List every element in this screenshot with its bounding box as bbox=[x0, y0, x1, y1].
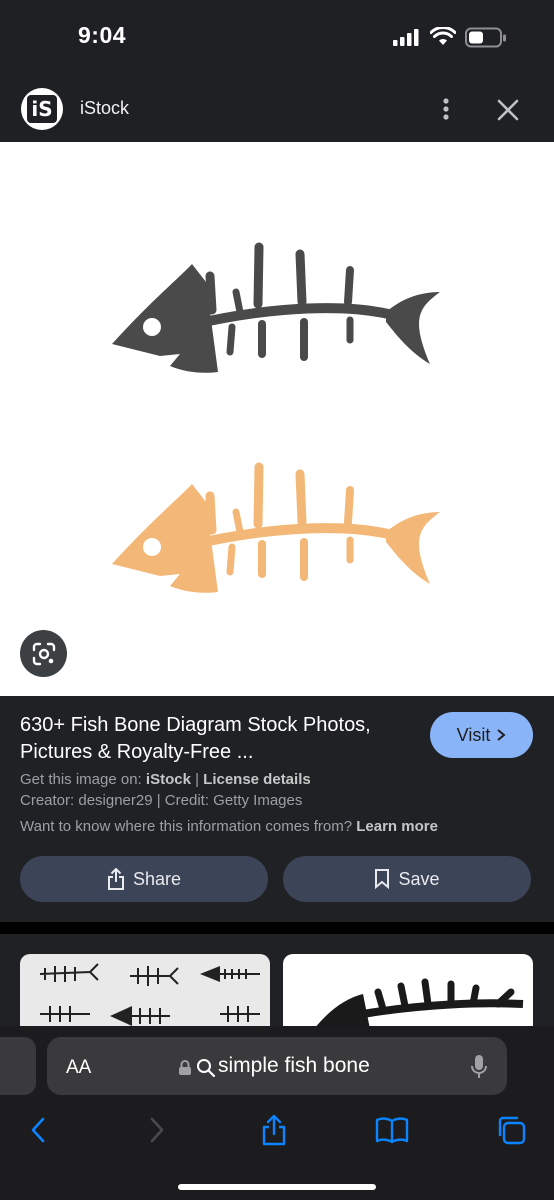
chevron-right-icon bbox=[497, 729, 506, 741]
battery-icon bbox=[465, 27, 506, 48]
microphone-icon[interactable] bbox=[470, 1054, 488, 1080]
info-source-line: Want to know where this information come… bbox=[20, 818, 438, 835]
chevron-left-icon bbox=[31, 1117, 45, 1143]
istock-logo: iS bbox=[21, 88, 63, 130]
chevron-right-icon bbox=[150, 1117, 164, 1143]
result-title[interactable]: 630+ Fish Bone Diagram Stock Photos, Pic… bbox=[20, 712, 415, 766]
share-label: Share bbox=[132, 868, 182, 889]
license-details-link[interactable]: License details bbox=[203, 771, 311, 788]
lock-icon bbox=[179, 1060, 191, 1075]
previous-tab-preview[interactable] bbox=[0, 1037, 36, 1095]
share-icon bbox=[262, 1114, 286, 1146]
info-question: Want to know where this information come… bbox=[20, 818, 357, 835]
forward-button[interactable] bbox=[139, 1112, 175, 1148]
site-name: iStock bbox=[80, 98, 130, 118]
save-button[interactable]: Save bbox=[283, 856, 531, 902]
source-line: Get this image on: iStock | License deta… bbox=[20, 771, 311, 788]
credit-line: Creator: designer29 | Credit: Getty Imag… bbox=[20, 792, 303, 809]
fish-bone-orange-graphic bbox=[112, 462, 440, 593]
close-icon[interactable] bbox=[496, 98, 520, 122]
source-link[interactable]: iStock bbox=[146, 771, 191, 788]
more-options-icon[interactable] bbox=[436, 96, 456, 122]
section-divider bbox=[0, 922, 554, 934]
cellular-signal-icon bbox=[393, 29, 419, 46]
lens-icon bbox=[32, 642, 55, 665]
tabs-button[interactable] bbox=[493, 1112, 529, 1148]
back-button[interactable] bbox=[20, 1112, 56, 1148]
visit-label: Visit bbox=[456, 724, 491, 745]
reader-settings-button[interactable]: AA bbox=[66, 1057, 91, 1079]
wifi-icon bbox=[430, 27, 456, 45]
status-time: 9:04 bbox=[78, 22, 127, 48]
logo-mark: iS bbox=[27, 95, 57, 123]
address-bar-text[interactable]: simple fish bone bbox=[218, 1054, 370, 1078]
bookmark-icon bbox=[375, 869, 390, 889]
bookmarks-button[interactable] bbox=[374, 1112, 410, 1148]
visit-button[interactable]: Visit bbox=[430, 712, 533, 758]
home-indicator[interactable] bbox=[178, 1184, 376, 1190]
google-lens-button[interactable] bbox=[20, 630, 67, 677]
source-prefix: Get this image on: bbox=[20, 771, 146, 788]
preview-image[interactable] bbox=[0, 142, 554, 696]
share-page-button[interactable] bbox=[256, 1112, 292, 1148]
share-button[interactable]: Share bbox=[20, 856, 268, 902]
learn-more-link[interactable]: Learn more bbox=[356, 818, 438, 835]
fish-bone-dark-graphic bbox=[112, 242, 440, 373]
tabs-icon bbox=[498, 1116, 526, 1145]
save-label: Save bbox=[398, 868, 440, 889]
share-icon bbox=[107, 868, 124, 890]
book-icon bbox=[375, 1117, 409, 1144]
search-icon bbox=[197, 1059, 216, 1078]
